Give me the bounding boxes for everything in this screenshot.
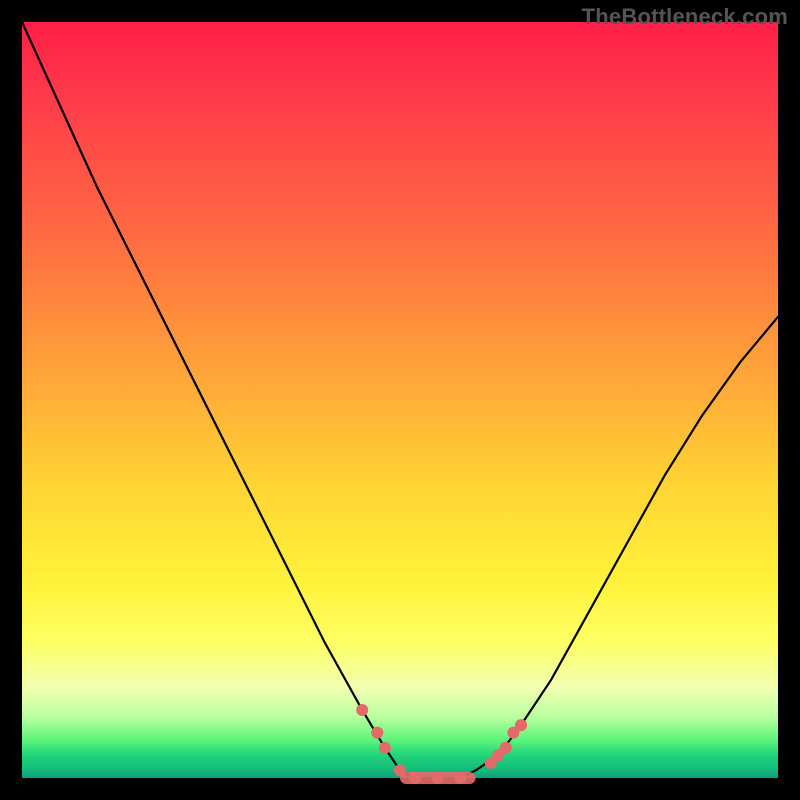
bottleneck-curve-line (22, 22, 778, 778)
curve-marker (515, 719, 527, 731)
curve-marker (500, 742, 512, 754)
curve-marker (455, 772, 467, 784)
chart-plot-area (22, 22, 778, 778)
curve-marker (409, 772, 421, 784)
bottleneck-curve-svg (22, 22, 778, 778)
curve-marker (371, 727, 383, 739)
watermark-text: TheBottleneck.com (582, 4, 788, 30)
curve-marker (379, 742, 391, 754)
curve-marker (432, 772, 444, 784)
curve-marker (394, 764, 406, 776)
curve-marker (356, 704, 368, 716)
